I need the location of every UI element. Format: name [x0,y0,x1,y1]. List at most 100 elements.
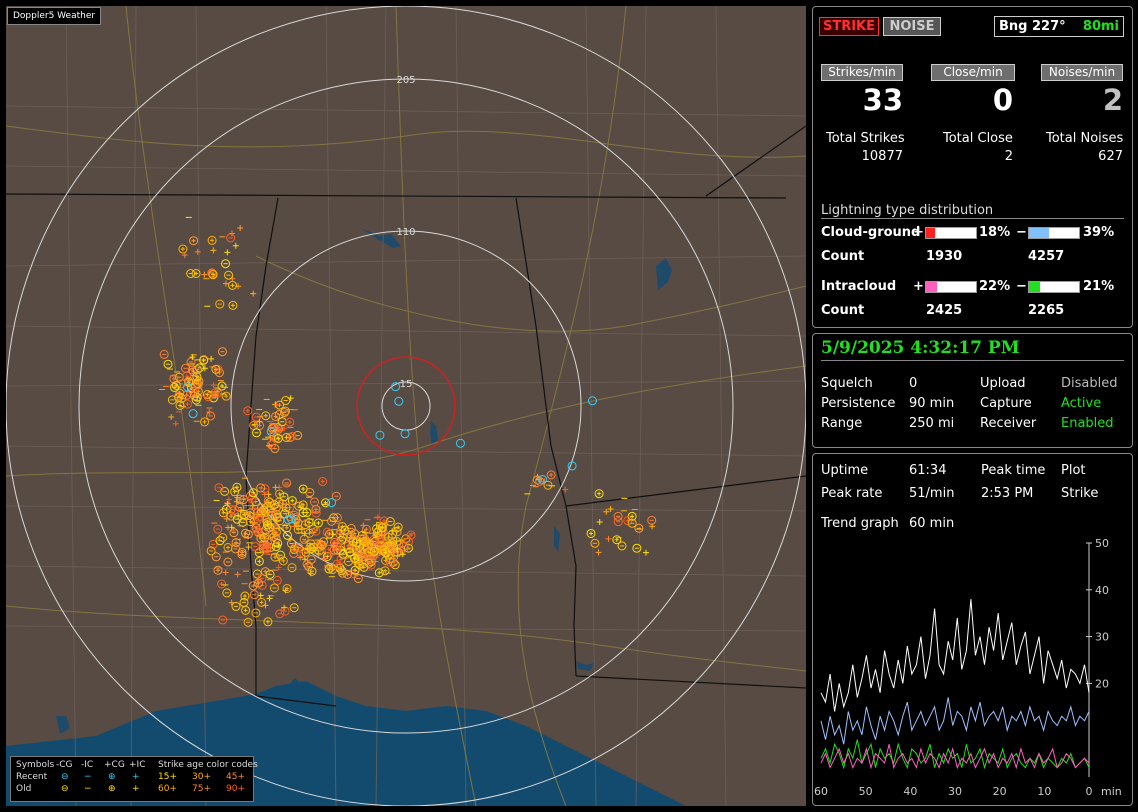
ic-negative-bar [1028,281,1080,293]
strike-marker-glyph [210,238,215,243]
total-strikes-label: Total Strikes [826,131,905,146]
age-15: 15+ [158,772,177,782]
strike-marker [224,524,231,531]
cg-count-label: Count [821,249,865,264]
recent-strike-marker [567,461,577,471]
trend-series-1 [820,697,1090,745]
legend-symbols-label: Symbols [16,760,55,770]
noise-mode-button[interactable]: NOISE [883,17,941,36]
y-tick-label: 50 [1095,537,1109,550]
age-30: 30+ [192,772,211,782]
strike-marker-glyph [284,525,289,530]
strike-marker-glyph [290,498,295,503]
trend-graph-value[interactable]: 60 min [909,516,954,531]
trend-graph-label: Trend graph [821,516,899,531]
neg-ic-old-icon: − [84,784,92,794]
capture-label: Capture [980,396,1032,411]
strike-marker-glyph [242,594,247,599]
strike-marker-glyph [180,247,185,252]
close-per-min-value: 0 [992,83,1013,117]
x-tick-label: 50 [859,785,873,798]
strike-marker [172,420,179,427]
strike-marker-glyph [353,568,358,573]
strike-marker-glyph [243,608,248,613]
total-noises-label: Total Noises [1046,131,1124,146]
strike-marker [562,486,569,493]
strike-marker [596,518,603,525]
strike-marker [225,496,232,503]
total-close-value: 2 [1004,149,1013,164]
pos-cg-recent-icon: ⊕ [108,772,116,782]
pos-ic-recent-icon: + [132,772,140,782]
strikes-per-min-header[interactable]: Strikes/min [821,64,903,81]
strike-marker [168,414,175,421]
ring-label-15: 15 [400,379,413,390]
y-tick-label: 20 [1095,677,1109,690]
ring-label-110: 110 [396,227,415,238]
cg-positive-percent: 18% [979,225,1011,240]
strike-marker-glyph [614,537,619,542]
x-tick-label: 10 [1037,785,1051,798]
ic-negative-count: 2265 [1028,303,1065,318]
distance-value: 80mi [1082,19,1119,34]
strike-marker-glyph [232,489,237,494]
recent-strike-marker [455,438,465,448]
cg-negative-percent: 39% [1083,225,1115,240]
strike-marker [281,604,288,611]
peak-rate-label: Peak rate [821,486,883,501]
range-value[interactable]: 250 mi [909,416,954,431]
strike-marker-glyph [281,558,286,563]
legend-type-neg-ic: -IC [81,760,94,770]
strike-marker [272,484,279,491]
strike-marker-glyph [597,491,602,496]
ic-count-label: Count [821,303,865,318]
strike-marker-glyph [230,303,235,308]
ic-minus-sign: − [1016,279,1027,294]
strike-marker-glyph [224,394,229,399]
strike-marker [224,249,231,256]
strike-marker [222,569,229,576]
neg-cg-recent-icon: ⊖ [61,772,69,782]
squelch-value[interactable]: 0 [909,376,917,391]
strike-marker [194,248,201,255]
strike-map[interactable]: 205 110 15 Doppler5 Weather Symbols -CG … [6,6,806,806]
persistence-value[interactable]: 90 min [909,396,954,411]
county-lines [6,6,806,806]
distribution-divider [821,218,1124,219]
cg-minus-sign: − [1016,225,1027,240]
recent-strike-marker [327,498,337,508]
current-datetime: 5/9/2025 4:32:17 PM [821,338,1020,358]
y-tick-label: 40 [1095,584,1109,597]
strike-marker [232,242,239,249]
lake-4 [576,661,594,671]
strike-marker-glyph [263,413,268,418]
total-close-label: Total Close [943,131,1013,146]
strike-marker [607,506,614,513]
state-borders [6,125,806,707]
receiver-value[interactable]: Enabled [1061,416,1114,431]
strike-marker [595,549,602,556]
age-75: 75+ [192,784,211,794]
strike-marker-glyph [185,402,190,407]
strike-mode-button[interactable]: STRIKE [819,17,879,36]
strike-marker-glyph [287,420,292,425]
total-noises-value: 627 [1098,149,1123,164]
uptime-value: 61:34 [909,463,947,478]
upload-value[interactable]: Disabled [1061,376,1117,391]
ring-label-205: 205 [396,75,415,86]
x-tick-label: 60 [814,785,828,798]
bearing-readout[interactable]: Bng 227° 80mi [994,16,1124,37]
close-per-min-header[interactable]: Close/min [931,64,1015,81]
cg-negative-fill [1029,228,1049,238]
cg-negative-bar [1028,227,1080,239]
capture-value[interactable]: Active [1061,396,1101,411]
strike-marker [210,382,217,389]
strike-marker-glyph [191,238,196,243]
noises-per-min-header[interactable]: Noises/min [1041,64,1123,81]
strikes-per-min-value: 33 [862,83,903,117]
intracloud-label: Intracloud [821,279,897,294]
distribution-title: Lightning type distribution [821,203,994,218]
plot-value[interactable]: Strike [1061,486,1098,501]
age-45: 45+ [226,772,245,782]
strike-marker-glyph [301,510,306,515]
